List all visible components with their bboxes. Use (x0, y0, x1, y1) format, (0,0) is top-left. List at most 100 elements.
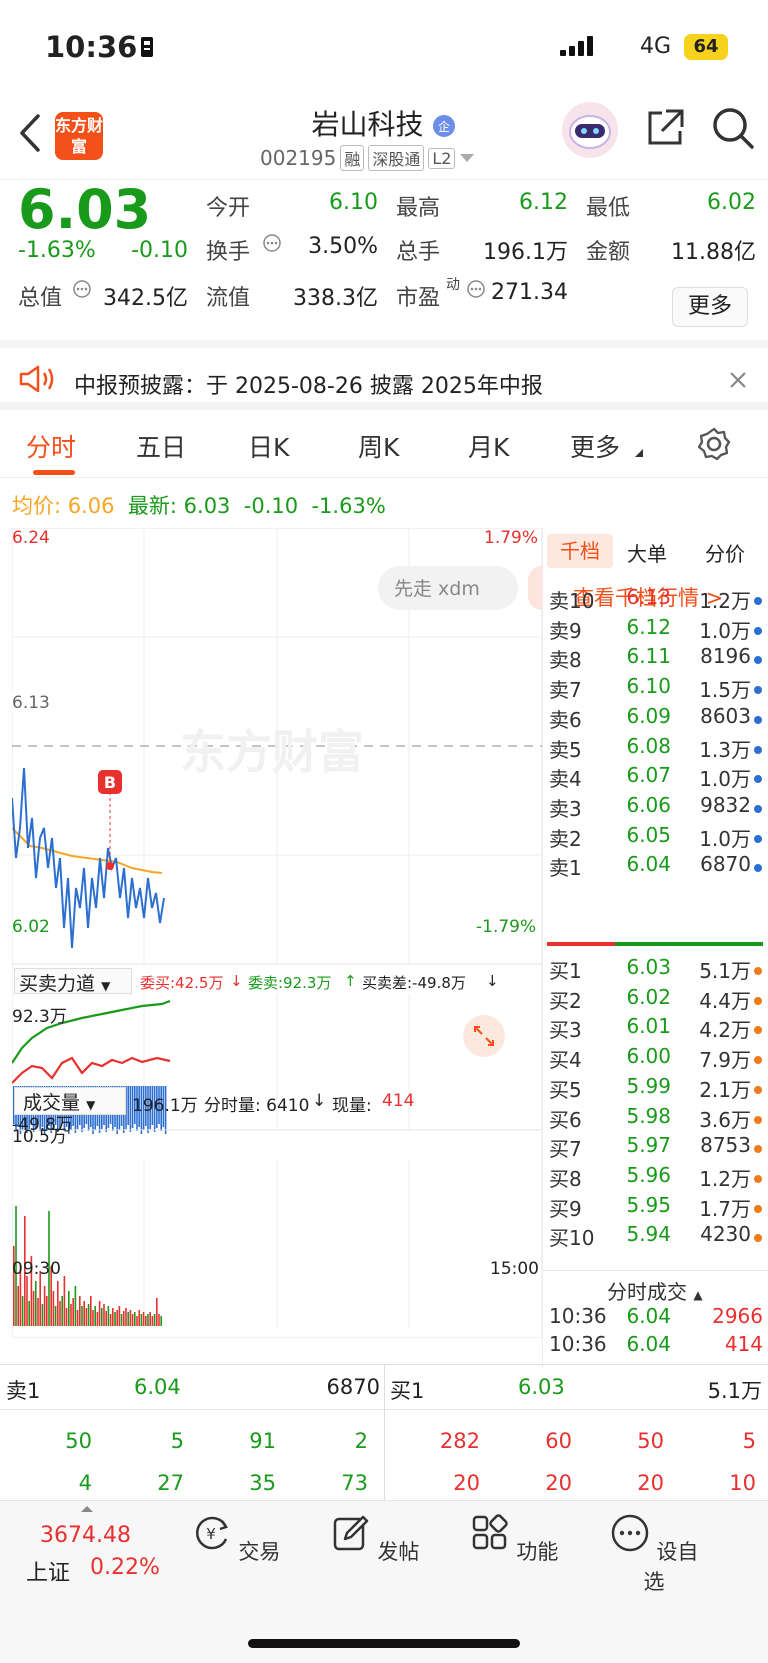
buy-level-row[interactable]: 买6 5.98 3.6万 (543, 1104, 768, 1135)
buy-level-volume: 2.1万 (699, 1077, 751, 1102)
volume-bar (120, 1314, 123, 1326)
volume-bar (26, 1276, 28, 1326)
buy-level-row[interactable]: 买8 5.96 1.2万 (543, 1163, 768, 1194)
book-divider-red (547, 942, 615, 946)
volume-selector[interactable]: 成交量 ▼ (14, 1087, 126, 1115)
volume-bar (70, 1304, 72, 1326)
pe-value: 271.34 (491, 280, 568, 305)
buy-level-row[interactable]: 买3 6.01 4.2万 (543, 1014, 768, 1045)
grid-icon (472, 1514, 508, 1550)
close-icon[interactable] (728, 370, 748, 390)
volume-bar (125, 1308, 127, 1326)
tab-weekly-k[interactable]: 周K (358, 428, 399, 464)
buy-level-label: 买3 (549, 1018, 582, 1043)
gear-icon[interactable] (696, 426, 732, 462)
last-price: 6.03 (18, 178, 152, 241)
buy-level-row[interactable]: 买1 6.03 5.1万 (543, 955, 768, 986)
nav-watchlist[interactable]: 设自选 (604, 1513, 704, 1596)
caret-up-icon[interactable] (80, 1505, 94, 1513)
volume-bar (41, 1304, 44, 1326)
volume-bar (131, 1314, 134, 1326)
buy-queue-cell: 50 (637, 1429, 664, 1453)
trades-title[interactable]: 分时成交 ▲ (607, 1276, 703, 1305)
trade-price: 6.04 (626, 1304, 671, 1328)
l2-buy-price: 6.03 (518, 1375, 565, 1399)
buy-level-row[interactable]: 买4 6.00 7.9万 (543, 1044, 768, 1075)
time-end: 15:00 (490, 1259, 539, 1279)
flow-selector[interactable]: 买卖力道 ▼ (14, 968, 132, 995)
sell-dot-icon (754, 745, 762, 754)
info-icon[interactable] (72, 279, 92, 299)
buy-level-label: 买6 (549, 1107, 582, 1132)
sell-dot-icon (754, 597, 762, 605)
expand-icon[interactable] (462, 1014, 506, 1058)
sell-level-label: 卖10 (549, 589, 595, 613)
sell-level-volume: 8196 (700, 644, 751, 669)
svg-text:B: B (104, 773, 116, 792)
nav-trade[interactable]: ¥ 交易 (186, 1513, 286, 1566)
nav-post[interactable]: 发帖 (325, 1513, 425, 1566)
search-icon[interactable] (710, 105, 756, 151)
share-icon[interactable] (644, 107, 686, 149)
ad-pill[interactable]: 先走 xdm (394, 574, 480, 601)
buy-level-label: 买1 (549, 959, 582, 983)
index-value[interactable]: 3674.48 (40, 1523, 131, 1548)
volume-bar (151, 1316, 154, 1326)
sell-level-row[interactable]: 卖7 6.10 1.5万 (543, 674, 768, 705)
tab-more[interactable]: 更多 (570, 428, 620, 464)
chart-tabs: 分时 五日 日K 周K 月K 更多 (0, 410, 768, 478)
sell-level-volume: 8603 (700, 703, 751, 728)
sell-level-row[interactable]: 卖4 6.07 1.0万 (543, 763, 768, 794)
book-tab-price[interactable]: 分价 (705, 538, 745, 567)
active-tab-indicator (33, 470, 75, 475)
sell-level-row[interactable]: 卖1 6.04 6870 (543, 852, 768, 883)
sell-dot-icon (754, 834, 762, 843)
trade-row: 10:36 6.04 2966 (543, 1304, 768, 1335)
sell-queue-cell: 50 (65, 1429, 92, 1453)
volume-bar (158, 1314, 160, 1326)
latest-label: 最新: (127, 494, 177, 518)
book-tab-large[interactable]: 大单 (627, 538, 667, 567)
sell-level-row[interactable]: 卖10 6.13 1.2万 (543, 585, 768, 616)
sell-level-row[interactable]: 卖2 6.05 1.0万 (543, 823, 768, 854)
notice-banner[interactable]: 中报预披露：于 2025-08-26 披露 2025年中报 (0, 340, 768, 410)
buy-level-price: 5.99 (626, 1073, 671, 1098)
buy-dot-icon (754, 1145, 762, 1154)
sell-level-row[interactable]: 卖6 6.09 8603 (543, 704, 768, 735)
buy-level-row[interactable]: 买7 5.97 8753 (543, 1133, 768, 1164)
info-icon[interactable] (466, 279, 486, 299)
sell-level-row[interactable]: 卖8 6.11 8196 (543, 644, 768, 675)
nav-functions[interactable]: 功能 (464, 1513, 564, 1566)
volume-bar (94, 1306, 96, 1326)
down-arrow-icon: ↓ (230, 972, 243, 990)
book-tab-depth[interactable]: 千档 (547, 534, 613, 568)
sell-level-row[interactable]: 卖9 6.12 1.0万 (543, 615, 768, 646)
volume-bar (129, 1310, 132, 1326)
sell-level-label: 卖6 (549, 707, 582, 732)
tab-monthly-k[interactable]: 月K (468, 428, 509, 464)
index-pct[interactable]: 0.22% (90, 1555, 160, 1580)
volume-bar (35, 1281, 37, 1326)
buy-level-row[interactable]: 买9 5.95 1.7万 (543, 1193, 768, 1224)
tab-daily-k[interactable]: 日K (248, 428, 289, 464)
intraday-chart[interactable]: 东方财富 B 6.24 1.79% 6.13 6.02 -1.79% 先走 xd… (12, 528, 542, 1338)
sell-level-row[interactable]: 卖5 6.08 1.3万 (543, 734, 768, 765)
stock-code-line[interactable]: 002195 融 深股通 L2 (260, 145, 475, 171)
buy-level-row[interactable]: 买10 5.94 4230 (543, 1222, 768, 1253)
sell-level-row[interactable]: 卖3 6.06 9832 (543, 793, 768, 824)
battery-level: 64 (684, 34, 728, 60)
robot-avatar-icon[interactable] (560, 100, 620, 160)
more-button[interactable]: 更多 (672, 287, 748, 327)
tab-intraday[interactable]: 分时 (26, 428, 76, 464)
index-name[interactable]: 上证 (26, 1555, 70, 1587)
sell-queue-cell: 2 (354, 1429, 368, 1453)
flow-diff-bar (127, 1086, 129, 1125)
buy-level-row[interactable]: 买2 6.02 4.4万 (543, 985, 768, 1016)
tab-five-day[interactable]: 五日 (136, 428, 186, 464)
info-icon[interactable] (262, 233, 282, 253)
sell-level-label: 卖2 (549, 826, 582, 851)
volume-bar (145, 1316, 147, 1326)
chevron-down-icon (460, 154, 475, 162)
buy-level-row[interactable]: 买5 5.99 2.1万 (543, 1074, 768, 1105)
volume-bar (109, 1314, 112, 1326)
